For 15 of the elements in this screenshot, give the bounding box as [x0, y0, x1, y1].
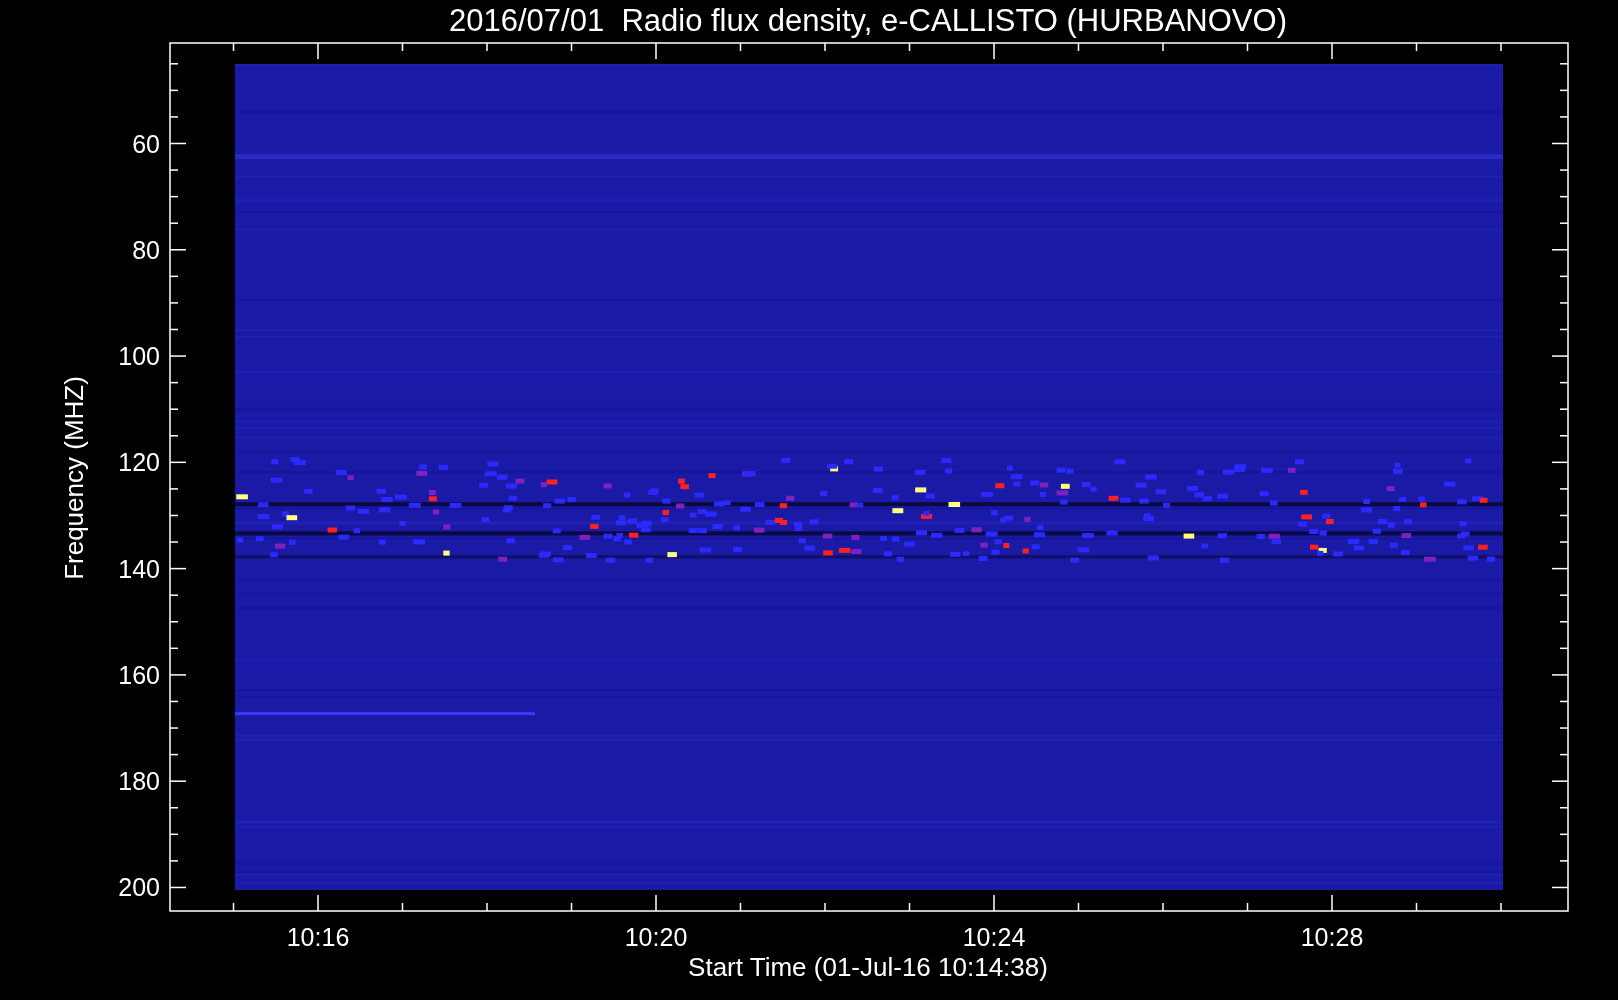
tick-label: 120	[118, 448, 160, 477]
tick-label: 160	[118, 660, 160, 689]
tick-label: 100	[118, 342, 160, 371]
tick-label: 80	[132, 235, 160, 264]
chart-title: 2016/07/01 Radio flux density, e-CALLISTO (HURBANOVO)	[449, 3, 1287, 38]
tick-label: 60	[132, 129, 160, 158]
tick-label: 10:16	[286, 923, 350, 951]
axis-title: Frequency (MHZ)	[59, 376, 89, 580]
tick-label: 10:28	[1300, 923, 1364, 951]
tick-label: 200	[118, 873, 160, 902]
tick-label: 10:24	[962, 923, 1026, 951]
axis-title: Start Time (01-Jul-16 10:14:38)	[688, 952, 1048, 982]
tick-label: 180	[118, 767, 160, 796]
tick-label: 10:20	[624, 923, 688, 951]
tick-label: 140	[118, 554, 160, 583]
